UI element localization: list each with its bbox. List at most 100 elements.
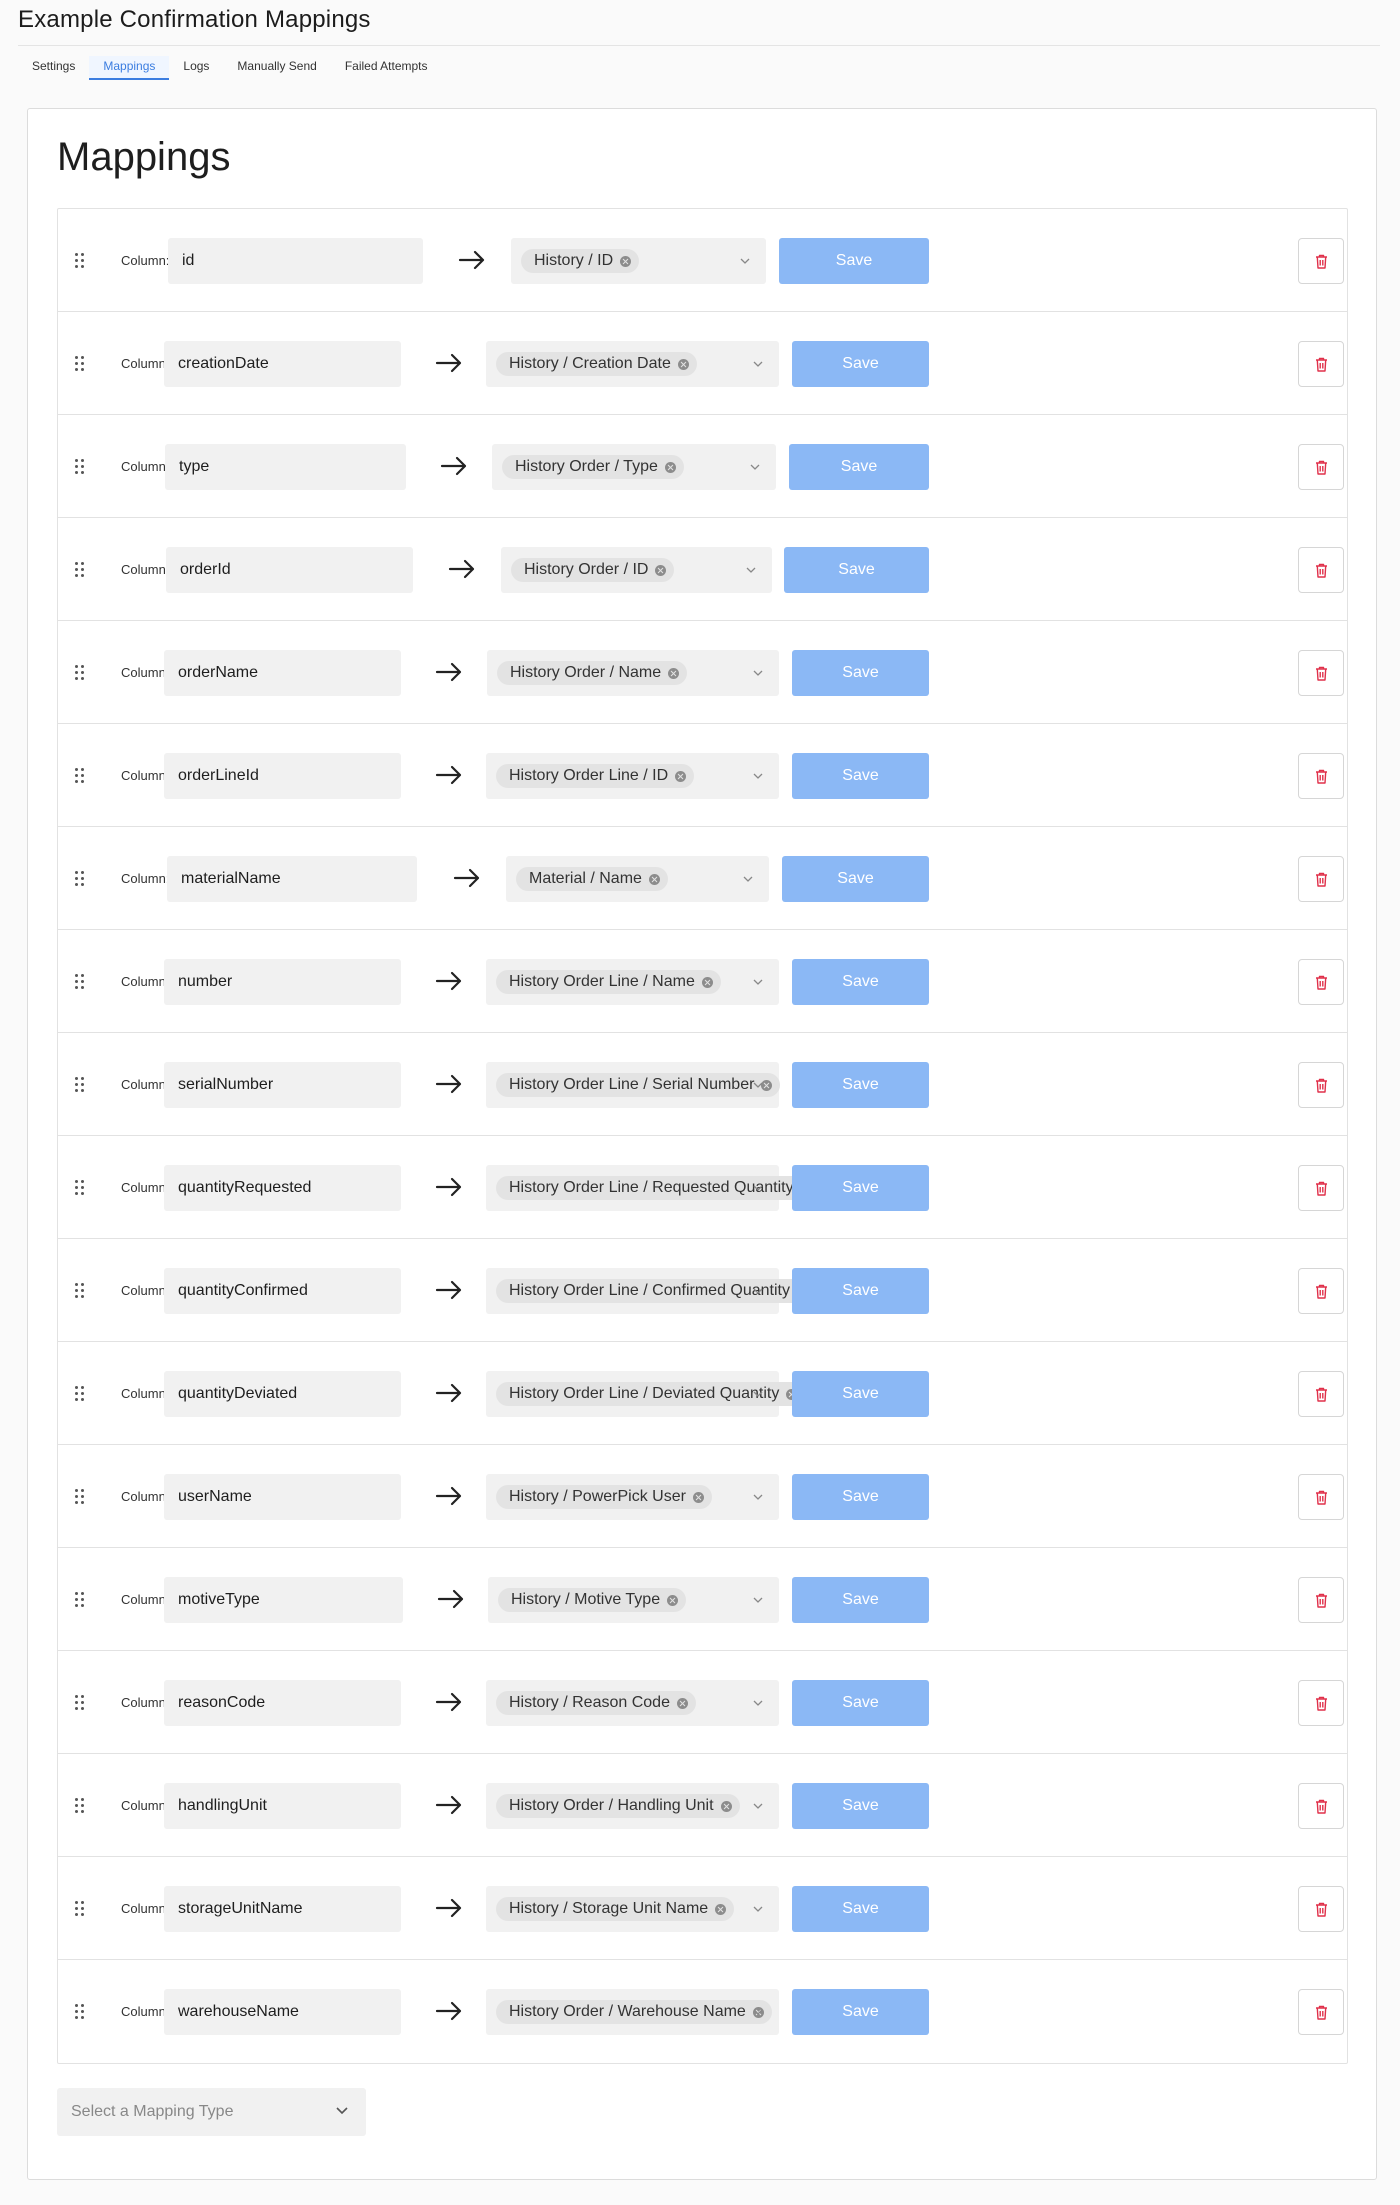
close-circle-icon[interactable] xyxy=(720,1800,732,1812)
drag-handle-icon[interactable] xyxy=(75,664,87,682)
mapping-select[interactable]: History / PowerPick User xyxy=(486,1474,779,1520)
drag-handle-icon[interactable] xyxy=(75,1694,87,1712)
tab-manually-send[interactable]: Manually Send xyxy=(223,56,330,80)
save-button[interactable]: Save xyxy=(792,341,929,387)
close-circle-icon[interactable] xyxy=(715,1903,727,1915)
drag-handle-icon[interactable] xyxy=(75,1385,87,1403)
drag-handle-icon[interactable] xyxy=(75,1282,87,1300)
save-button[interactable]: Save xyxy=(784,547,929,593)
mapping-select[interactable]: Material / Name xyxy=(506,856,769,902)
drag-handle-icon[interactable] xyxy=(75,252,87,270)
delete-button[interactable] xyxy=(1298,1886,1344,1932)
delete-button[interactable] xyxy=(1298,1989,1344,2035)
save-button[interactable]: Save xyxy=(792,1268,929,1314)
drag-handle-icon[interactable] xyxy=(75,1179,87,1197)
save-button[interactable]: Save xyxy=(792,1474,929,1520)
column-field[interactable] xyxy=(167,856,417,902)
column-field[interactable] xyxy=(164,1268,401,1314)
close-circle-icon[interactable] xyxy=(761,1079,773,1091)
mapping-select[interactable]: History / Reason Code xyxy=(486,1680,779,1726)
save-button[interactable]: Save xyxy=(782,856,929,902)
column-field[interactable] xyxy=(164,1371,401,1417)
mapping-select[interactable]: History Order / Type xyxy=(492,444,776,490)
tab-settings[interactable]: Settings xyxy=(18,56,89,80)
close-circle-icon[interactable] xyxy=(668,667,680,679)
close-circle-icon[interactable] xyxy=(675,770,687,782)
mapping-select[interactable]: History Order / Name xyxy=(487,650,779,696)
save-button[interactable]: Save xyxy=(792,1577,929,1623)
mapping-select[interactable]: History Order / Warehouse Name xyxy=(486,1989,779,2035)
column-field[interactable] xyxy=(164,1577,403,1623)
drag-handle-icon[interactable] xyxy=(75,1797,87,1815)
delete-button[interactable] xyxy=(1298,1680,1344,1726)
mapping-select[interactable]: History / Motive Type xyxy=(488,1577,779,1623)
delete-button[interactable] xyxy=(1298,547,1344,593)
close-circle-icon[interactable] xyxy=(620,255,632,267)
save-button[interactable]: Save xyxy=(792,959,929,1005)
drag-handle-icon[interactable] xyxy=(75,1076,87,1094)
tab-failed-attempts[interactable]: Failed Attempts xyxy=(331,56,442,80)
drag-handle-icon[interactable] xyxy=(75,458,87,476)
close-circle-icon[interactable] xyxy=(667,1594,679,1606)
tab-logs[interactable]: Logs xyxy=(169,56,223,80)
close-circle-icon[interactable] xyxy=(664,461,676,473)
column-field[interactable] xyxy=(165,444,406,490)
drag-handle-icon[interactable] xyxy=(75,767,87,785)
mapping-select[interactable]: History Order Line / Serial Number xyxy=(486,1062,781,1108)
delete-button[interactable] xyxy=(1298,1165,1344,1211)
mapping-select[interactable]: History Order Line / Requested Quantity xyxy=(486,1165,820,1211)
close-circle-icon[interactable] xyxy=(655,564,667,576)
delete-button[interactable] xyxy=(1298,1268,1344,1314)
delete-button[interactable] xyxy=(1298,959,1344,1005)
save-button[interactable]: Save xyxy=(779,238,929,284)
close-circle-icon[interactable] xyxy=(692,1491,704,1503)
delete-button[interactable] xyxy=(1298,856,1344,902)
column-field[interactable] xyxy=(164,650,401,696)
save-button[interactable]: Save xyxy=(792,753,929,799)
mapping-select[interactable]: History Order Line / Deviated Quantity xyxy=(486,1371,806,1417)
delete-button[interactable] xyxy=(1298,1577,1344,1623)
column-field[interactable] xyxy=(164,1886,401,1932)
close-circle-icon[interactable] xyxy=(701,976,713,988)
save-button[interactable]: Save xyxy=(792,1680,929,1726)
column-field[interactable] xyxy=(168,238,423,284)
column-field[interactable] xyxy=(164,959,401,1005)
mapping-select[interactable]: History Order Line / Confirmed Quantity xyxy=(486,1268,816,1314)
mapping-select[interactable]: History / Storage Unit Name xyxy=(486,1886,779,1932)
mapping-select[interactable]: History Order Line / ID xyxy=(486,753,779,799)
close-circle-icon[interactable] xyxy=(676,1697,688,1709)
column-field[interactable] xyxy=(164,341,401,387)
drag-handle-icon[interactable] xyxy=(75,1591,87,1609)
delete-button[interactable] xyxy=(1298,650,1344,696)
mapping-select[interactable]: History Order Line / Name xyxy=(486,959,779,1005)
mapping-type-select[interactable]: Select a Mapping Type xyxy=(57,2088,366,2136)
delete-button[interactable] xyxy=(1298,444,1344,490)
column-field[interactable] xyxy=(164,1474,401,1520)
save-button[interactable]: Save xyxy=(789,444,929,490)
column-field[interactable] xyxy=(164,753,401,799)
column-field[interactable] xyxy=(164,1062,401,1108)
drag-handle-icon[interactable] xyxy=(75,2003,87,2021)
drag-handle-icon[interactable] xyxy=(75,1900,87,1918)
save-button[interactable]: Save xyxy=(792,1783,929,1829)
save-button[interactable]: Save xyxy=(792,650,929,696)
save-button[interactable]: Save xyxy=(792,1371,929,1417)
delete-button[interactable] xyxy=(1298,1062,1344,1108)
delete-button[interactable] xyxy=(1298,238,1344,284)
save-button[interactable]: Save xyxy=(792,1886,929,1932)
drag-handle-icon[interactable] xyxy=(75,1488,87,1506)
column-field[interactable] xyxy=(164,1783,401,1829)
mapping-select[interactable]: History / Creation Date xyxy=(486,341,779,387)
drag-handle-icon[interactable] xyxy=(75,355,87,373)
delete-button[interactable] xyxy=(1298,753,1344,799)
delete-button[interactable] xyxy=(1298,1783,1344,1829)
close-circle-icon[interactable] xyxy=(677,358,689,370)
save-button[interactable]: Save xyxy=(792,1062,929,1108)
delete-button[interactable] xyxy=(1298,1371,1344,1417)
delete-button[interactable] xyxy=(1298,341,1344,387)
column-field[interactable] xyxy=(164,1989,401,2035)
column-field[interactable] xyxy=(164,1165,401,1211)
mapping-select[interactable]: History Order / Handling Unit xyxy=(486,1783,779,1829)
column-field[interactable] xyxy=(166,547,413,593)
mapping-select[interactable]: History Order / ID xyxy=(501,547,772,593)
